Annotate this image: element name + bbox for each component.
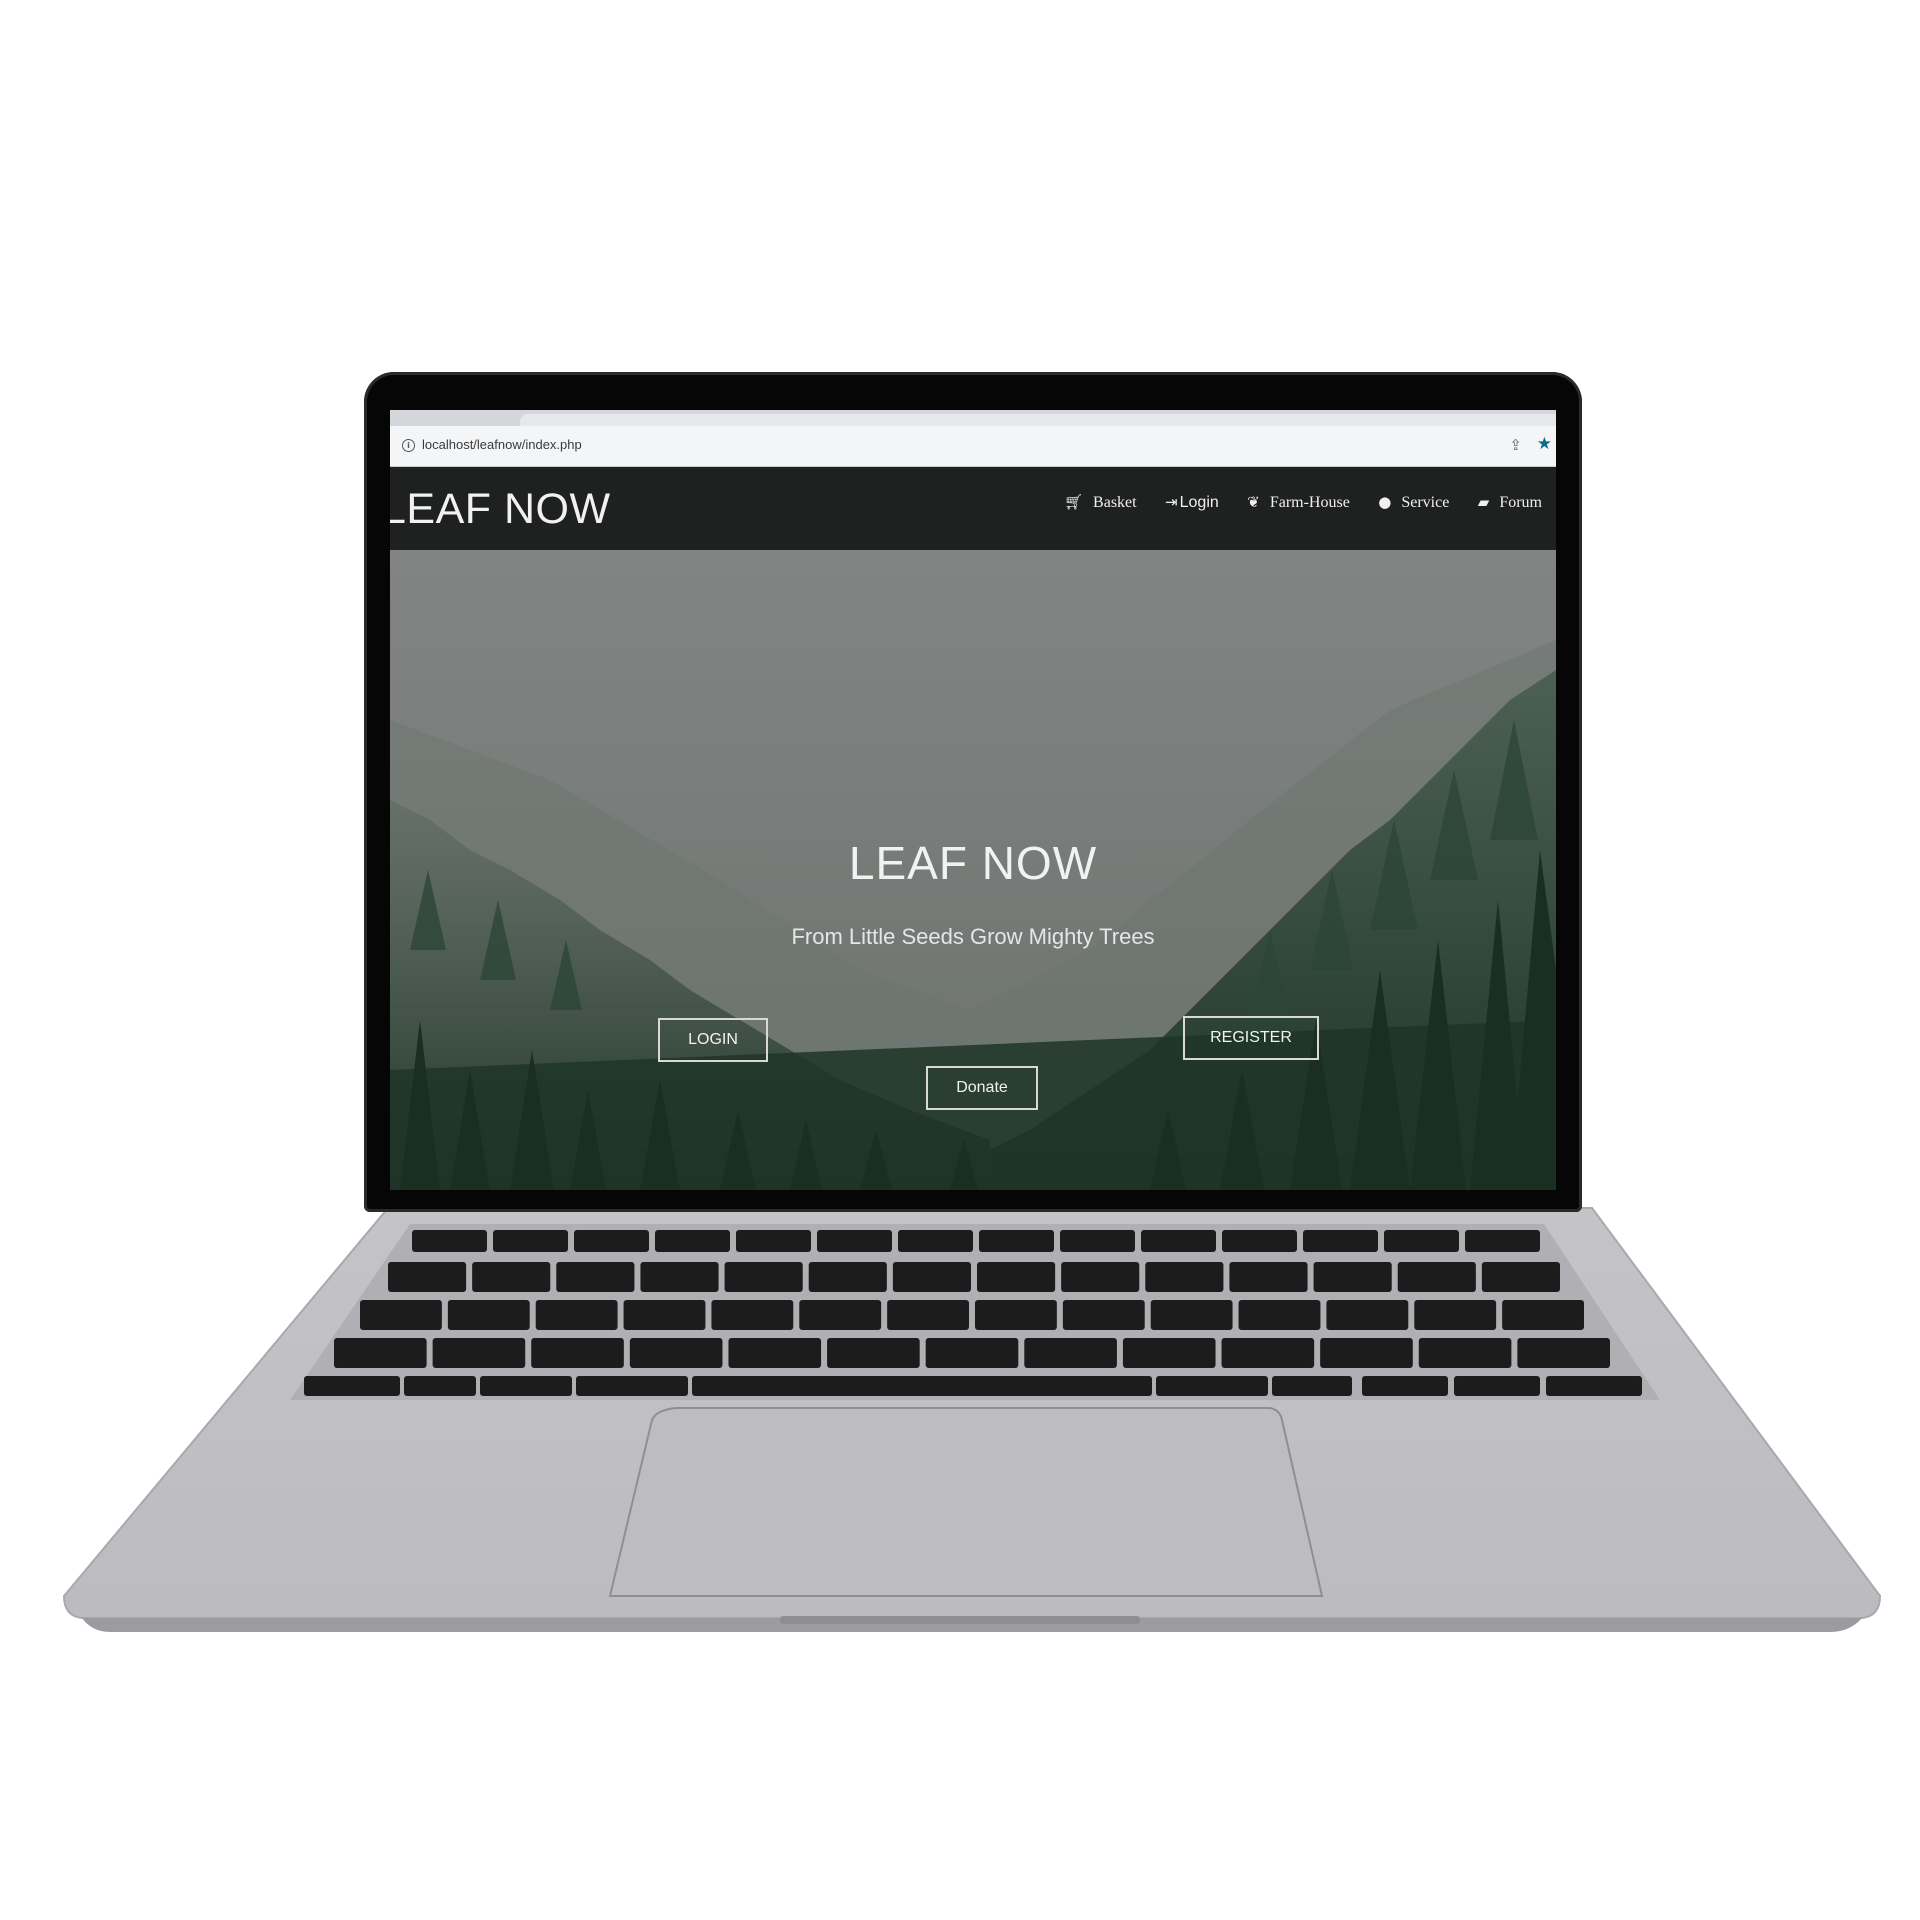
keyboard-key <box>1156 1376 1268 1396</box>
screen: i localhost/leafnow/index.php ⇪ ★ LEAF N… <box>390 410 1556 1190</box>
donate-button[interactable]: Donate <box>926 1066 1038 1110</box>
nav-item-label: Forum <box>1499 494 1542 511</box>
keyboard-key <box>1141 1230 1216 1252</box>
browser-tab[interactable] <box>520 414 1556 426</box>
hero-subtitle: From Little Seeds Grow Mighty Trees <box>791 924 1155 949</box>
keyboard-key <box>412 1230 487 1252</box>
browser-tab-strip <box>390 410 1556 426</box>
keyboard-key <box>1222 1230 1297 1252</box>
cart-icon: 🛒︎ <box>1064 493 1084 511</box>
keyboard-key <box>724 1262 803 1292</box>
keyboard-key <box>1517 1338 1610 1368</box>
keyboard-key <box>535 1300 618 1330</box>
keyboard-key <box>817 1230 892 1252</box>
share-icon[interactable]: ⇪ <box>1509 436 1522 454</box>
keyboard-key <box>1221 1338 1315 1368</box>
keyboard-key <box>640 1262 719 1292</box>
nav-item-forum[interactable]: ▰ Forum <box>1478 493 1542 512</box>
drop-icon: ● <box>1378 493 1392 511</box>
keyboard-key <box>574 1230 649 1252</box>
keyboard-key <box>360 1300 442 1330</box>
site-navbar: LEAF NOW 🛒︎ Basket ⇥ Login ❦ Farm-House ● Se… <box>390 467 1556 550</box>
login-icon: ⇥ <box>1165 493 1178 511</box>
keyboard-key <box>898 1230 973 1252</box>
keyboard-key <box>1229 1262 1308 1292</box>
hero-section: LEAF NOW From Little Seeds Grow Mighty T… <box>390 550 1556 1190</box>
keyboard-key <box>736 1230 811 1252</box>
keyboard <box>304 1230 1642 1396</box>
keyboard-key <box>827 1338 920 1368</box>
keyboard-key <box>1326 1300 1409 1330</box>
keyboard-key <box>1303 1230 1378 1252</box>
keyboard-key <box>1454 1376 1540 1396</box>
keyboard-key <box>1414 1300 1497 1330</box>
keyboard-key <box>480 1376 572 1396</box>
keyboard-key <box>334 1338 427 1368</box>
keyboard-key <box>556 1262 635 1292</box>
nav-item-service[interactable]: ● Service <box>1378 493 1449 512</box>
keyboard-key <box>975 1300 1057 1330</box>
keyboard-key <box>887 1300 969 1330</box>
keyboard-key <box>1024 1338 1117 1368</box>
keyboard-key <box>1145 1262 1224 1292</box>
keyboard-key <box>388 1262 467 1292</box>
address-bar[interactable]: i localhost/leafnow/index.php ⇪ ★ <box>390 426 1556 467</box>
keyboard-key <box>531 1338 624 1368</box>
keyboard-key <box>629 1338 723 1368</box>
keyboard-key <box>493 1230 568 1252</box>
keyboard-key <box>692 1376 1152 1396</box>
nav-item-login[interactable]: ⇥ Login <box>1165 493 1219 512</box>
leaf-icon: ❦ <box>1247 493 1260 511</box>
keyboard-key <box>576 1376 688 1396</box>
keyboard-key <box>892 1262 971 1292</box>
info-icon[interactable]: i <box>402 439 415 452</box>
nav-item-farm-house[interactable]: ❦ Farm-House <box>1247 493 1350 512</box>
keyboard-key <box>1465 1230 1540 1252</box>
keyboard-key <box>304 1376 400 1396</box>
nav-menu: 🛒︎ Basket ⇥ Login ❦ Farm-House ● Service ▰ Fo… <box>1064 493 1556 512</box>
keyboard-key <box>979 1230 1054 1252</box>
keyboard-key <box>472 1262 551 1292</box>
nav-item-label: Basket <box>1093 494 1137 511</box>
keyboard-key <box>655 1230 730 1252</box>
keyboard-key <box>711 1300 794 1330</box>
keyboard-key <box>1502 1300 1584 1330</box>
keyboard-key <box>1272 1376 1352 1396</box>
login-button[interactable]: LOGIN <box>658 1018 768 1062</box>
keyboard-key <box>1062 1300 1145 1330</box>
keyboard-key <box>977 1262 1056 1292</box>
keyboard-key <box>1320 1338 1413 1368</box>
nav-item-label: Login <box>1179 494 1219 511</box>
keyboard-key <box>728 1338 822 1368</box>
keyboard-key <box>1313 1262 1392 1292</box>
nav-item-label: Farm-House <box>1269 494 1350 511</box>
keyboard-key <box>1546 1376 1642 1396</box>
keyboard-key <box>925 1338 1019 1368</box>
keyboard-key <box>1238 1300 1321 1330</box>
keyboard-key <box>1384 1230 1459 1252</box>
keyboard-key <box>1397 1262 1476 1292</box>
keyboard-key <box>1150 1300 1233 1330</box>
comment-icon: ▰ <box>1477 493 1490 511</box>
nav-item-label: Service <box>1401 494 1450 511</box>
keyboard-key <box>1362 1376 1448 1396</box>
register-button[interactable]: REGISTER <box>1183 1016 1319 1060</box>
laptop-lid: i localhost/leafnow/index.php ⇪ ★ LEAF N… <box>364 372 1582 1212</box>
url-text[interactable]: localhost/leafnow/index.php <box>422 437 582 452</box>
brand-logo[interactable]: LEAF NOW <box>390 485 611 534</box>
nav-item-basket[interactable]: 🛒︎ Basket <box>1064 493 1137 512</box>
keyboard-key <box>623 1300 706 1330</box>
hero-title: LEAF NOW <box>848 837 1098 889</box>
keyboard-key <box>1122 1338 1216 1368</box>
keyboard-key <box>404 1376 476 1396</box>
star-icon[interactable]: ★ <box>1537 434 1552 454</box>
keyboard-key <box>447 1300 530 1330</box>
keyboard-key <box>808 1262 887 1292</box>
keyboard-key <box>1060 1230 1135 1252</box>
keyboard-key <box>799 1300 882 1330</box>
keyboard-key <box>1418 1338 1512 1368</box>
keyboard-key <box>1061 1262 1140 1292</box>
keyboard-key <box>1481 1262 1560 1292</box>
keyboard-key <box>432 1338 526 1368</box>
